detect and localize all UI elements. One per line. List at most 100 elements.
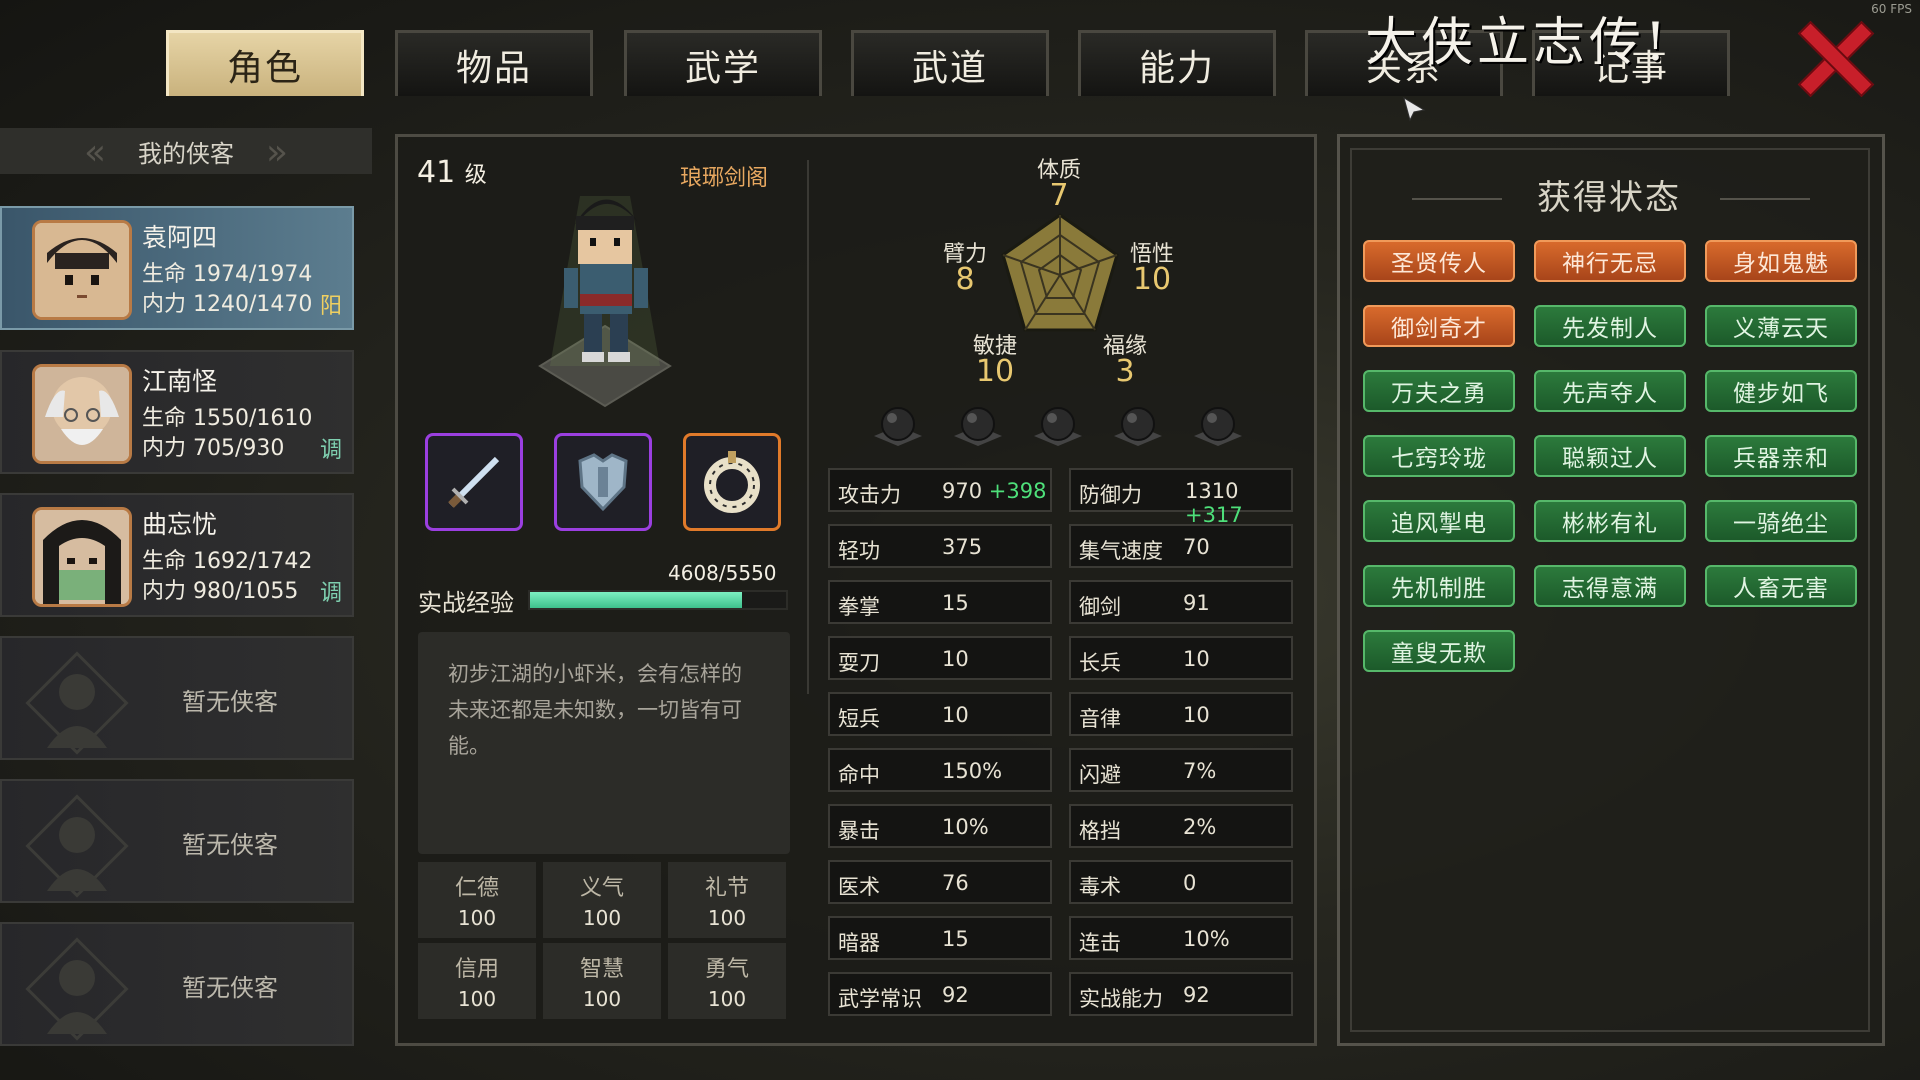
roster-header-label: 我的侠客 xyxy=(138,139,234,168)
empty-slot-label: 暂无侠客 xyxy=(182,974,278,1002)
status-badge[interactable]: 聪颖过人 xyxy=(1534,435,1686,477)
tab-martial-way[interactable]: 武道 xyxy=(851,30,1049,96)
character-sprite xyxy=(538,196,672,408)
member-mp: 内力 1240/1470 xyxy=(142,292,313,317)
stat-short-weapon: 短兵 10 xyxy=(828,692,1052,736)
gem-slot-icon[interactable] xyxy=(950,400,1006,450)
roster-slot-empty[interactable]: 暂无侠客 xyxy=(0,636,354,760)
stat-label: 御剑 xyxy=(1079,595,1121,619)
stat-blade: 耍刀 10 xyxy=(828,636,1052,680)
tab-character[interactable]: 角色 xyxy=(166,30,364,96)
stat-poison: 毒术 0 xyxy=(1069,860,1293,904)
member-mp: 内力 705/930 xyxy=(142,436,285,461)
character-sect: 琅琊剑阁 xyxy=(680,166,769,191)
panel-divider xyxy=(807,160,809,694)
gem-slot-icon[interactable] xyxy=(870,400,926,450)
level-number: 41 xyxy=(417,155,456,190)
armor-icon xyxy=(578,453,628,512)
stat-polearm: 长兵 10 xyxy=(1069,636,1293,680)
gem-slot-icon[interactable] xyxy=(1190,400,1246,450)
attribute-radar-chart xyxy=(1001,213,1119,332)
status-badge[interactable]: 七窍玲珑 xyxy=(1363,435,1515,477)
virtue-label: 礼节 xyxy=(704,876,749,901)
roster-slot-empty[interactable]: 暂无侠客 xyxy=(0,922,354,1046)
status-badge[interactable]: 健步如飞 xyxy=(1705,370,1857,412)
stat-value: 1310 +317 xyxy=(1185,479,1291,527)
stat-defense: 防御力 1310 +317 xyxy=(1069,468,1293,527)
stat-value: 150% xyxy=(942,759,1003,783)
stat-value: 92 xyxy=(942,983,969,1007)
radar-value-strength: 8 xyxy=(955,262,975,297)
character-description-box: 初步江湖的小虾米，会有怎样的未来还都是未知数，一切皆有可能。 xyxy=(418,632,790,854)
stat-label: 耍刀 xyxy=(838,651,880,675)
member-mp: 内力 980/1055 xyxy=(142,579,299,604)
stat-label: 医术 xyxy=(838,875,880,899)
stat-value: 70 xyxy=(1183,535,1210,559)
gem-slot-icon[interactable] xyxy=(1110,400,1166,450)
status-badge[interactable]: 志得意满 xyxy=(1534,565,1686,607)
stat-label: 闪避 xyxy=(1079,763,1121,787)
tab-items[interactable]: 物品 xyxy=(395,30,593,96)
radar-value-comprehension: 10 xyxy=(1132,262,1172,297)
virtue-label: 信用 xyxy=(454,957,499,982)
status-badge[interactable]: 神行无忌 xyxy=(1534,240,1686,282)
stat-value: 15 xyxy=(942,927,969,951)
virtue-courtesy: 礼节 100 xyxy=(668,862,786,938)
empty-slot-label: 暂无侠客 xyxy=(182,688,278,716)
member-hp: 生命 1692/1742 xyxy=(142,549,313,574)
status-badge[interactable]: 彬彬有礼 xyxy=(1534,500,1686,542)
chevron-right-icon[interactable]: » xyxy=(266,132,288,173)
stat-label: 命中 xyxy=(838,763,880,787)
roster-card-member-1[interactable]: 袁阿四 生命 1974/1974 内力 1240/1470 阳 xyxy=(0,206,354,330)
status-badge[interactable]: 身如鬼魅 xyxy=(1705,240,1857,282)
status-badge[interactable]: 圣贤传人 xyxy=(1363,240,1515,282)
status-badge[interactable]: 人畜无害 xyxy=(1705,565,1857,607)
roster-slot-empty[interactable]: 暂无侠客 xyxy=(0,779,354,903)
stat-label: 格挡 xyxy=(1079,819,1121,843)
status-badge[interactable]: 御剑奇才 xyxy=(1363,305,1515,347)
stat-value: 2% xyxy=(1183,815,1217,839)
status-badge[interactable]: 先发制人 xyxy=(1534,305,1686,347)
avatar xyxy=(32,220,132,320)
stat-crit: 暴击 10% xyxy=(828,804,1052,848)
status-badge[interactable]: 童叟无欺 xyxy=(1363,630,1515,672)
equip-slot-weapon[interactable] xyxy=(425,433,523,531)
stat-combo: 连击 10% xyxy=(1069,916,1293,960)
stat-medicine: 医术 76 xyxy=(828,860,1052,904)
roster-card-member-2[interactable]: 江南怪 生命 1550/1610 内力 705/930 调 xyxy=(0,350,354,474)
status-badge[interactable]: 一骑绝尘 xyxy=(1705,500,1857,542)
status-badge[interactable]: 万夫之勇 xyxy=(1363,370,1515,412)
chevron-left-icon[interactable]: « xyxy=(84,132,106,173)
fps-counter: 60 FPS xyxy=(1871,2,1912,16)
virtue-label: 仁德 xyxy=(454,876,499,901)
character-level: 41 级 xyxy=(417,155,487,190)
stat-block: 格挡 2% xyxy=(1069,804,1293,848)
virtue-label: 智慧 xyxy=(579,957,624,982)
virtue-label: 勇气 xyxy=(704,957,749,982)
radar-value-fortune: 3 xyxy=(1115,354,1135,389)
stat-dodge: 闪避 7% xyxy=(1069,748,1293,792)
virtue-benevolence: 仁德 100 xyxy=(418,862,536,938)
status-badge[interactable]: 追风掣电 xyxy=(1363,500,1515,542)
stat-label: 短兵 xyxy=(838,707,880,731)
equip-slot-accessory[interactable] xyxy=(683,433,781,531)
status-badge[interactable]: 先机制胜 xyxy=(1363,565,1515,607)
tab-abilities[interactable]: 能力 xyxy=(1078,30,1276,96)
close-button[interactable] xyxy=(1795,18,1871,94)
stat-value: 375 xyxy=(942,535,983,559)
equip-slot-armor[interactable] xyxy=(554,433,652,531)
roster-card-member-3[interactable]: 曲忘忧 生命 1692/1742 内力 980/1055 调 xyxy=(0,493,354,617)
virtue-value: 100 xyxy=(582,906,622,930)
status-badge[interactable]: 兵器亲和 xyxy=(1705,435,1857,477)
empty-slot-silhouette-icon xyxy=(25,651,129,755)
virtue-courage: 勇气 100 xyxy=(668,943,786,1019)
stat-value: 91 xyxy=(1183,591,1210,615)
roster-header[interactable]: « 我的侠客 » xyxy=(0,128,372,174)
status-badge[interactable]: 义薄云天 xyxy=(1705,305,1857,347)
status-badge[interactable]: 先声夺人 xyxy=(1534,370,1686,412)
tab-martial-arts[interactable]: 武学 xyxy=(624,30,822,96)
status-title: 获得状态 xyxy=(1537,178,1681,218)
stat-label: 集气速度 xyxy=(1079,539,1163,563)
gem-slot-icon[interactable] xyxy=(1030,400,1086,450)
stat-label: 实战能力 xyxy=(1079,987,1163,1011)
